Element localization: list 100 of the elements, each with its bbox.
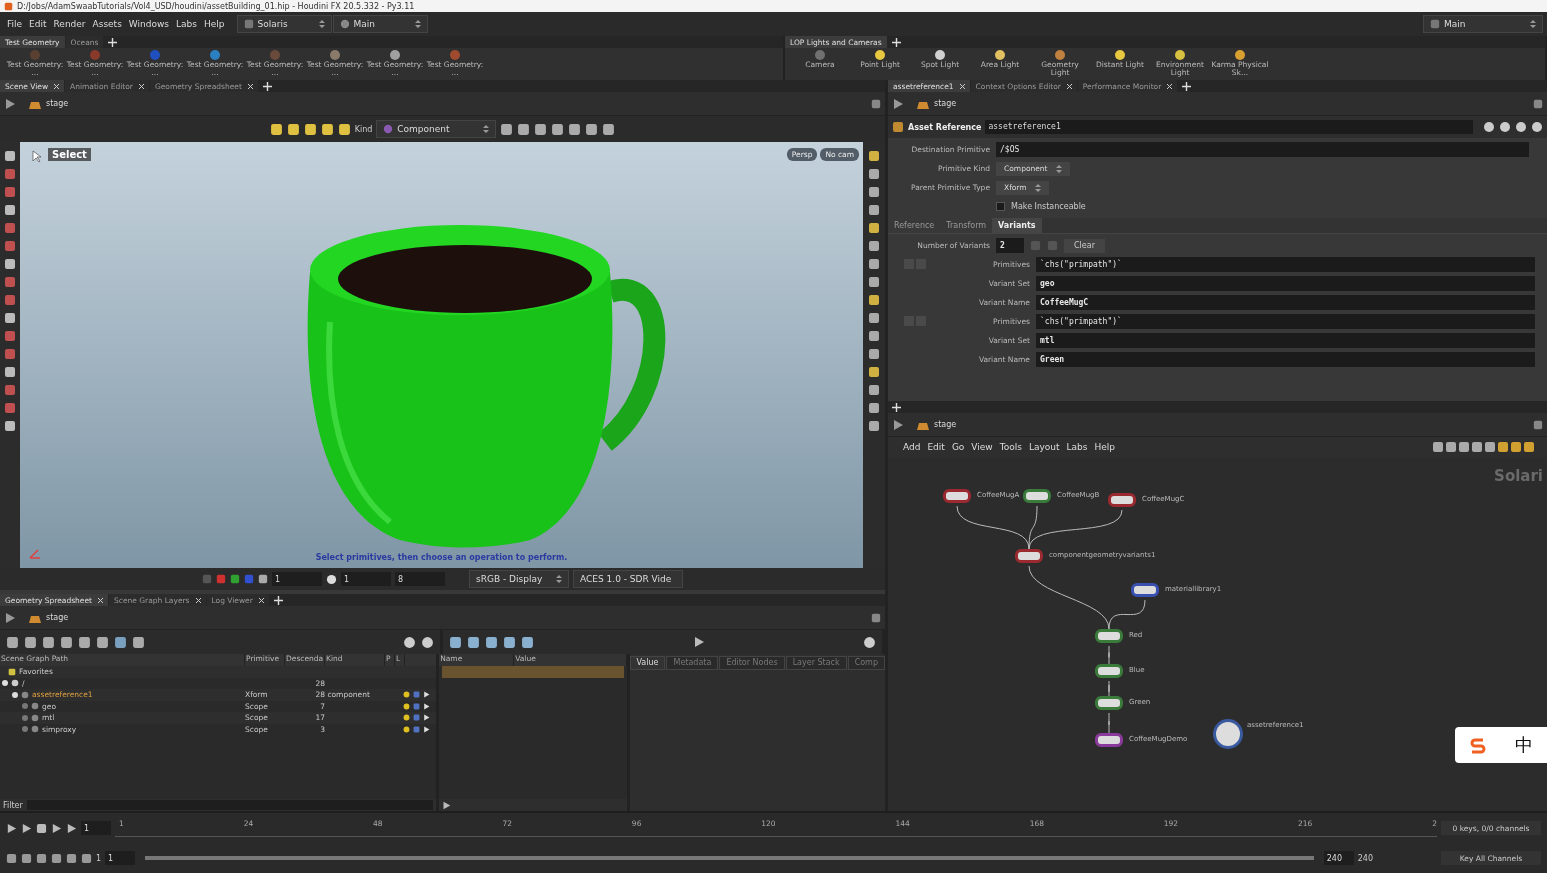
viewport-tool-icon[interactable]: [4, 168, 16, 180]
ime-mode-label[interactable]: 中: [1515, 733, 1533, 757]
network-tool-icon[interactable]: [1510, 441, 1522, 453]
param-field[interactable]: `chs("primpath")`: [1036, 257, 1535, 272]
select-tool-icon[interactable]: [602, 122, 616, 136]
network-node[interactable]: [1108, 493, 1136, 507]
close-icon[interactable]: [1066, 83, 1072, 89]
add-tab-icon[interactable]: [1182, 81, 1192, 91]
display-option-icon[interactable]: [868, 312, 880, 324]
selection-mode-icon[interactable]: [269, 122, 283, 136]
network-node[interactable]: [1095, 696, 1123, 710]
display-option-icon[interactable]: [868, 204, 880, 216]
select-tool-icon[interactable]: [551, 122, 565, 136]
display-option-icon[interactable]: [868, 150, 880, 162]
frame-field[interactable]: 1: [81, 821, 111, 835]
playback-icon[interactable]: [51, 822, 62, 834]
network-tool-icon[interactable]: [1484, 441, 1496, 453]
select-tool-icon[interactable]: [568, 122, 582, 136]
menu-item[interactable]: View: [968, 440, 996, 454]
menu-item[interactable]: Add: [900, 440, 924, 454]
view-mode-icon[interactable]: [503, 635, 516, 649]
folder-tab[interactable]: Transform: [940, 218, 993, 233]
value-field[interactable]: 1: [341, 572, 391, 586]
display-option-icon[interactable]: [868, 258, 880, 270]
close-icon[interactable]: [138, 83, 144, 89]
viewport-tool-icon[interactable]: [4, 222, 16, 234]
network-node[interactable]: [943, 489, 971, 503]
display-option-icon[interactable]: [868, 168, 880, 180]
network-node[interactable]: [1131, 583, 1159, 597]
spreadsheet-tool-icon[interactable]: [24, 635, 37, 649]
menu-item[interactable]: Assets: [89, 17, 125, 31]
network-node[interactable]: [1095, 733, 1123, 747]
add-tab-icon[interactable]: [892, 402, 901, 412]
playback-icon[interactable]: [6, 822, 17, 834]
close-icon[interactable]: [195, 597, 201, 603]
spreadsheet-tool-icon[interactable]: [6, 635, 19, 649]
spreadsheet-tool-icon[interactable]: [42, 635, 55, 649]
viewport-tool-icon[interactable]: [4, 402, 16, 414]
viewport-tool-icon[interactable]: [4, 366, 16, 378]
display-option-icon[interactable]: [868, 186, 880, 198]
spreadsheet-tool-icon[interactable]: [132, 635, 145, 649]
network-node[interactable]: [1213, 719, 1243, 749]
menu-item[interactable]: Help: [200, 17, 228, 31]
viewport-tool-icon[interactable]: [4, 150, 16, 162]
layout-dropdown[interactable]: Main: [332, 15, 428, 33]
menu-item[interactable]: Labs: [1063, 440, 1091, 454]
selection-mode-icon[interactable]: [320, 122, 334, 136]
value-field[interactable]: 8: [395, 572, 445, 586]
viewport-tool-icon[interactable]: [4, 240, 16, 252]
add-tab-icon[interactable]: [891, 37, 901, 47]
timeline-tool-icon[interactable]: [36, 852, 47, 864]
value-field[interactable]: 1: [272, 572, 322, 586]
layout-dropdown[interactable]: Main: [1423, 15, 1543, 33]
back-arrow-icon[interactable]: [4, 97, 16, 110]
network-node[interactable]: [1095, 629, 1123, 643]
network-node[interactable]: [1095, 664, 1123, 678]
path-crumb[interactable]: stage: [910, 418, 963, 431]
timeline-tool-icon[interactable]: [81, 852, 92, 864]
display-option-icon[interactable]: [868, 294, 880, 306]
timeline-tool-icon[interactable]: [66, 852, 77, 864]
close-icon[interactable]: [247, 83, 253, 89]
app-icon[interactable]: [4, 1, 13, 11]
close-icon[interactable]: [258, 597, 264, 603]
spreadsheet-tool-icon[interactable]: [96, 635, 109, 649]
viewport-tool-icon[interactable]: [4, 204, 16, 216]
close-icon[interactable]: [1167, 83, 1173, 89]
menu-item[interactable]: Help: [1091, 440, 1118, 454]
range-end-field[interactable]: 240: [1323, 851, 1354, 865]
playback-icon[interactable]: [66, 822, 77, 834]
viewport-tool-icon[interactable]: [4, 420, 16, 432]
range-start-field[interactable]: 1: [105, 851, 136, 865]
path-crumb[interactable]: stage: [22, 97, 75, 110]
display-option-icon[interactable]: [868, 366, 880, 378]
param-field[interactable]: /$OS: [996, 142, 1529, 157]
display-option-icon[interactable]: [868, 420, 880, 432]
menu-item[interactable]: Layout: [1025, 440, 1063, 454]
add-tab-icon[interactable]: [273, 595, 283, 605]
menu-item[interactable]: File: [4, 17, 26, 31]
network-tool-icon[interactable]: [1471, 441, 1483, 453]
select-tool-icon[interactable]: [534, 122, 548, 136]
timeline-tool-icon[interactable]: [21, 852, 32, 864]
display-option-icon[interactable]: [868, 240, 880, 252]
display-option-icon[interactable]: [868, 348, 880, 360]
spreadsheet-tool-icon[interactable]: [78, 635, 91, 649]
playback-icon[interactable]: [36, 822, 47, 834]
viewport-tool-icon[interactable]: [4, 294, 16, 306]
folder-tab[interactable]: Variants: [992, 218, 1042, 233]
add-tab-icon[interactable]: [262, 81, 272, 91]
view-mode-icon[interactable]: [467, 635, 480, 649]
expand-toggle[interactable]: [22, 726, 28, 733]
display-option-icon[interactable]: [868, 276, 880, 288]
expand-toggle[interactable]: [22, 714, 28, 721]
viewport-tool-icon[interactable]: [4, 384, 16, 396]
select-tool-icon[interactable]: [517, 122, 531, 136]
timeline-tool-icon[interactable]: [51, 852, 62, 864]
exposure-icon[interactable]: [326, 573, 337, 585]
menu-item[interactable]: Edit: [924, 440, 948, 454]
menu-item[interactable]: Go: [948, 440, 968, 454]
selection-mode-icon[interactable]: [303, 122, 317, 136]
view-transform-dropdown[interactable]: ACES 1.0 - SDR Vide: [573, 570, 683, 588]
